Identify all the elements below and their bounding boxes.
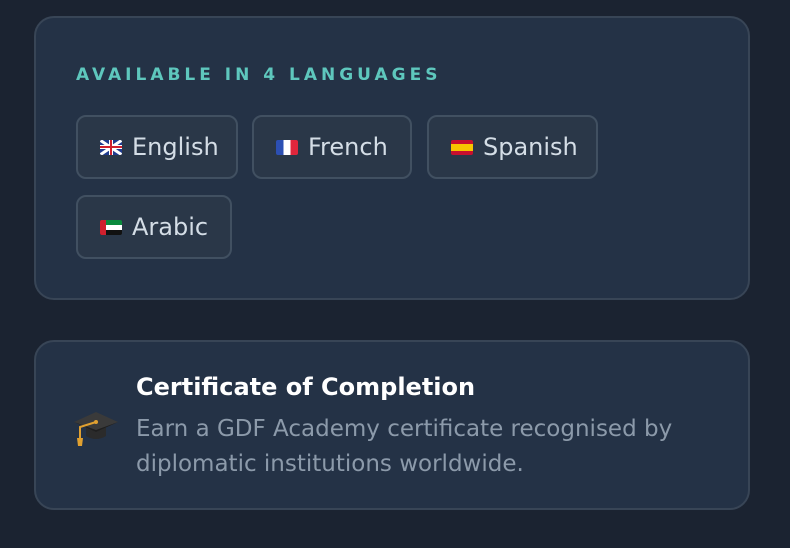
certificate-description: Earn a GDF Academy certificate recognise… — [136, 416, 673, 477]
language-label: Spanish — [483, 133, 578, 161]
graduation-cap-icon — [74, 412, 118, 446]
certificate-title: Certificate of Completion — [136, 373, 476, 401]
certificate-card: Certificate of Completion Earn a GDF Aca… — [34, 340, 750, 510]
language-chip-arabic[interactable]: Arabic — [76, 195, 232, 259]
language-chip-english[interactable]: English — [76, 115, 238, 179]
uk-flag-icon — [100, 139, 122, 155]
spain-flag-icon — [451, 139, 473, 155]
language-label: French — [308, 133, 388, 161]
uae-flag-icon — [100, 219, 122, 235]
languages-card: AVAILABLE IN 4 LANGUAGES English French … — [34, 16, 750, 300]
languages-heading: AVAILABLE IN 4 LANGUAGES — [76, 65, 442, 85]
france-flag-icon — [276, 139, 298, 155]
language-label: English — [132, 133, 219, 161]
language-label: Arabic — [132, 213, 209, 241]
language-chip-spanish[interactable]: Spanish — [427, 115, 598, 179]
language-chip-french[interactable]: French — [252, 115, 412, 179]
